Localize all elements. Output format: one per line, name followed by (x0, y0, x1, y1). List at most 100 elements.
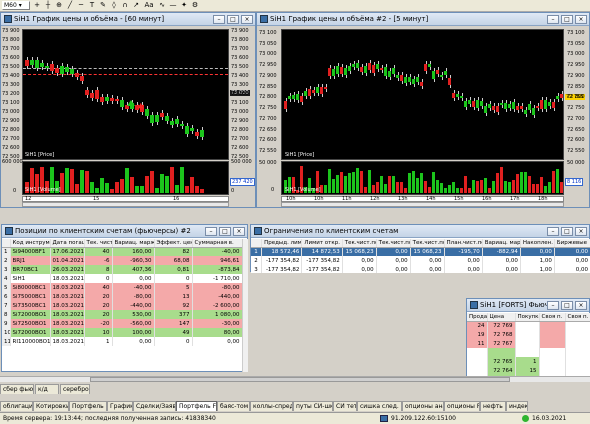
table-row[interactable]: 6 Si75000BC1 18.03.2021 20 -80,00 13 -440,00 (2, 292, 242, 301)
table-row[interactable]: 8 Si72000BO1 18.03.2021 20 530,00 377 1 080,00 (2, 310, 242, 319)
col-header[interactable]: Своя п. (565, 313, 590, 322)
close-button[interactable]: × (233, 227, 245, 236)
col-header[interactable]: Биржевые (554, 239, 590, 248)
table-row[interactable]: 11 RI110000BO1 18.03.2021 1 0,00 0 0,00 (2, 337, 242, 346)
dash-icon[interactable]: — (168, 1, 178, 10)
workspace-tab[interactable]: путы СИ-шка (293, 401, 333, 411)
text-icon[interactable]: T (87, 1, 97, 10)
table-row[interactable]: 4 SiH1 18.03.2021 0 0,00 0 -1 710,00 (2, 274, 242, 283)
zoom-icon[interactable]: ⊕ (54, 1, 64, 10)
chart2-scrollbar[interactable] (281, 202, 564, 207)
table-row[interactable]: 3 -177 354,82 -177 354,82 0,00 0,00 0,00 0,00 0… (251, 265, 590, 273)
col-header[interactable] (251, 239, 263, 248)
limits-table[interactable]: Предыд. лимитЛимит откр. п.Тек.чист.поз.… (251, 239, 590, 273)
orderbook-row[interactable]: 19 72 768 (467, 330, 590, 339)
minimize-button[interactable]: – (213, 15, 225, 24)
workspace-tab[interactable]: Сделки/Заявки (133, 401, 176, 411)
col-header[interactable]: Дата погаш. (50, 239, 85, 248)
col-header[interactable]: Вариац. маржа (482, 239, 521, 248)
crosshair-icon[interactable]: ┼ (43, 1, 53, 10)
table-row[interactable]: 5 Si80000BC1 18.03.2021 40 -40,00 5 -80,00 (2, 283, 242, 292)
table-row[interactable]: 3 BR70BC1 26.03.2021 8 407,36 0,81 -873,84 (2, 265, 242, 274)
chart1-scrollbar[interactable] (22, 202, 229, 207)
font-icon[interactable]: Aa (142, 1, 156, 10)
close-button[interactable]: × (241, 15, 253, 24)
close-button[interactable]: × (575, 227, 587, 236)
col-header[interactable]: Тек.чист.поз. (376, 239, 411, 248)
chart2-volume-area[interactable] (281, 161, 564, 195)
eraser-icon[interactable]: ◊ (109, 1, 119, 10)
minimize-button[interactable]: – (205, 227, 217, 236)
table-row[interactable]: 9 Si72500BO1 18.03.2021 -20 -560,00 147 -30,00 (2, 319, 242, 328)
cursor-icon[interactable]: + (32, 1, 42, 10)
orderbook-table[interactable]: ПродажаЦенаПокупкаСвоя п.Своя п.2472 769… (467, 313, 590, 377)
gear-icon[interactable]: ⚙ (190, 1, 200, 10)
star-icon[interactable]: ✦ (179, 1, 189, 10)
positions-scrollbar[interactable] (242, 239, 248, 372)
timeframe-select[interactable]: M60 ▾ (2, 1, 30, 10)
col-header[interactable]: Тек.чист.поз. (342, 239, 377, 248)
chart2-price-area[interactable] (281, 29, 564, 160)
orderbook-row[interactable]: 72 764 15 (467, 366, 590, 375)
maximize-button[interactable]: □ (561, 15, 573, 24)
table-row[interactable]: 10 Si72000BO1 18.03.2021 10 100,00 49 80,00 (2, 328, 242, 337)
workspace-hscrollbar[interactable] (0, 376, 590, 382)
orderbook-row[interactable]: 11 72 767 (467, 339, 590, 348)
line-icon[interactable]: ╱ (65, 1, 75, 10)
col-header[interactable] (2, 239, 11, 248)
workspace-tab[interactable]: Котировки (33, 401, 69, 411)
table-row[interactable]: 2 -177 354,82 -177 354,82 0,00 0,00 0,00 0,00 0… (251, 256, 590, 265)
col-header[interactable]: Вариац. маржа (112, 239, 155, 248)
curve-icon[interactable]: ∿ (157, 1, 167, 10)
minimize-button[interactable]: – (547, 301, 559, 310)
orderbook-row[interactable] (467, 348, 590, 357)
workspace-tab[interactable]: нефть (480, 401, 506, 411)
col-header[interactable]: Код инструмента (10, 239, 51, 248)
table-row[interactable]: 1 18 572,46 14 872,53 15 068,23 0,00 15 068,2… (251, 247, 590, 256)
col-header[interactable]: Тек.чист.поз. (410, 239, 445, 248)
minimize-button[interactable]: – (547, 15, 559, 24)
col-header[interactable]: Лимит откр. п. (301, 239, 343, 248)
workspace-tab[interactable]: к/д (35, 384, 59, 394)
col-header[interactable]: Эффект. цена (154, 239, 193, 248)
maximize-button[interactable]: □ (561, 227, 573, 236)
table-row[interactable]: 2 BRJ1 01.04.2021 -6 -960,30 68,08 946,61 (2, 256, 242, 265)
col-header[interactable]: Накоплен. доход (520, 239, 555, 248)
chart1-price-area[interactable]: ✱ (22, 29, 229, 160)
workspace-tab[interactable]: сбер фьюч (0, 384, 34, 394)
workspace-tab[interactable]: опционы РТС (444, 401, 480, 411)
workspace-tab[interactable]: сишка след. квартал. (357, 401, 402, 411)
col-header[interactable]: Цена (487, 313, 516, 322)
magnet-icon[interactable]: ∩ (120, 1, 130, 10)
workspace-tab[interactable]: серебро (60, 384, 90, 394)
orderbook-row[interactable]: 24 72 769 (467, 321, 590, 330)
maximize-button[interactable]: □ (227, 15, 239, 24)
col-header[interactable]: Покупка (515, 313, 540, 322)
positions-table[interactable]: Код инструментаДата погаш.Тек. чист.поз.… (2, 239, 242, 346)
workspace-tab[interactable]: коллы-спреды (250, 401, 293, 411)
pencil-icon[interactable]: ✎ (98, 1, 108, 10)
maximize-button[interactable]: □ (561, 301, 573, 310)
hline-icon[interactable]: ─ (76, 1, 86, 10)
col-header[interactable]: Своя п. (539, 313, 566, 322)
orderbook-row[interactable]: 72 765 1 (467, 357, 590, 366)
close-button[interactable]: × (575, 15, 587, 24)
workspace-tab[interactable]: Графики (107, 401, 133, 411)
workspace-tab[interactable]: Портфель ФР (69, 401, 107, 411)
workspace-tab[interactable]: баяс-том (217, 401, 250, 411)
workspace-tab[interactable]: СИ тета (333, 401, 357, 411)
maximize-button[interactable]: □ (219, 227, 231, 236)
workspace-tab[interactable]: индекс (506, 401, 528, 411)
table-row[interactable]: 7 Si73500BC1 18.03.2021 20 -440,00 92 -2 600,0… (2, 301, 242, 310)
col-header[interactable]: Тек. чист.поз. (84, 239, 113, 248)
col-header[interactable]: Продажа (467, 313, 488, 322)
col-header[interactable]: Предыд. лимит (261, 239, 303, 248)
workspace-tab[interactable]: опционы анализ (402, 401, 444, 411)
minimize-button[interactable]: – (547, 227, 559, 236)
workspace-tab[interactable]: облигации (0, 401, 33, 411)
arrow-icon[interactable]: ↗ (131, 1, 141, 10)
close-button[interactable]: × (575, 301, 587, 310)
col-header[interactable]: Суммарная в. (192, 239, 242, 248)
workspace-tab[interactable]: Портфель FORTS (176, 401, 217, 411)
col-header[interactable]: План.чист.поз. (444, 239, 483, 248)
